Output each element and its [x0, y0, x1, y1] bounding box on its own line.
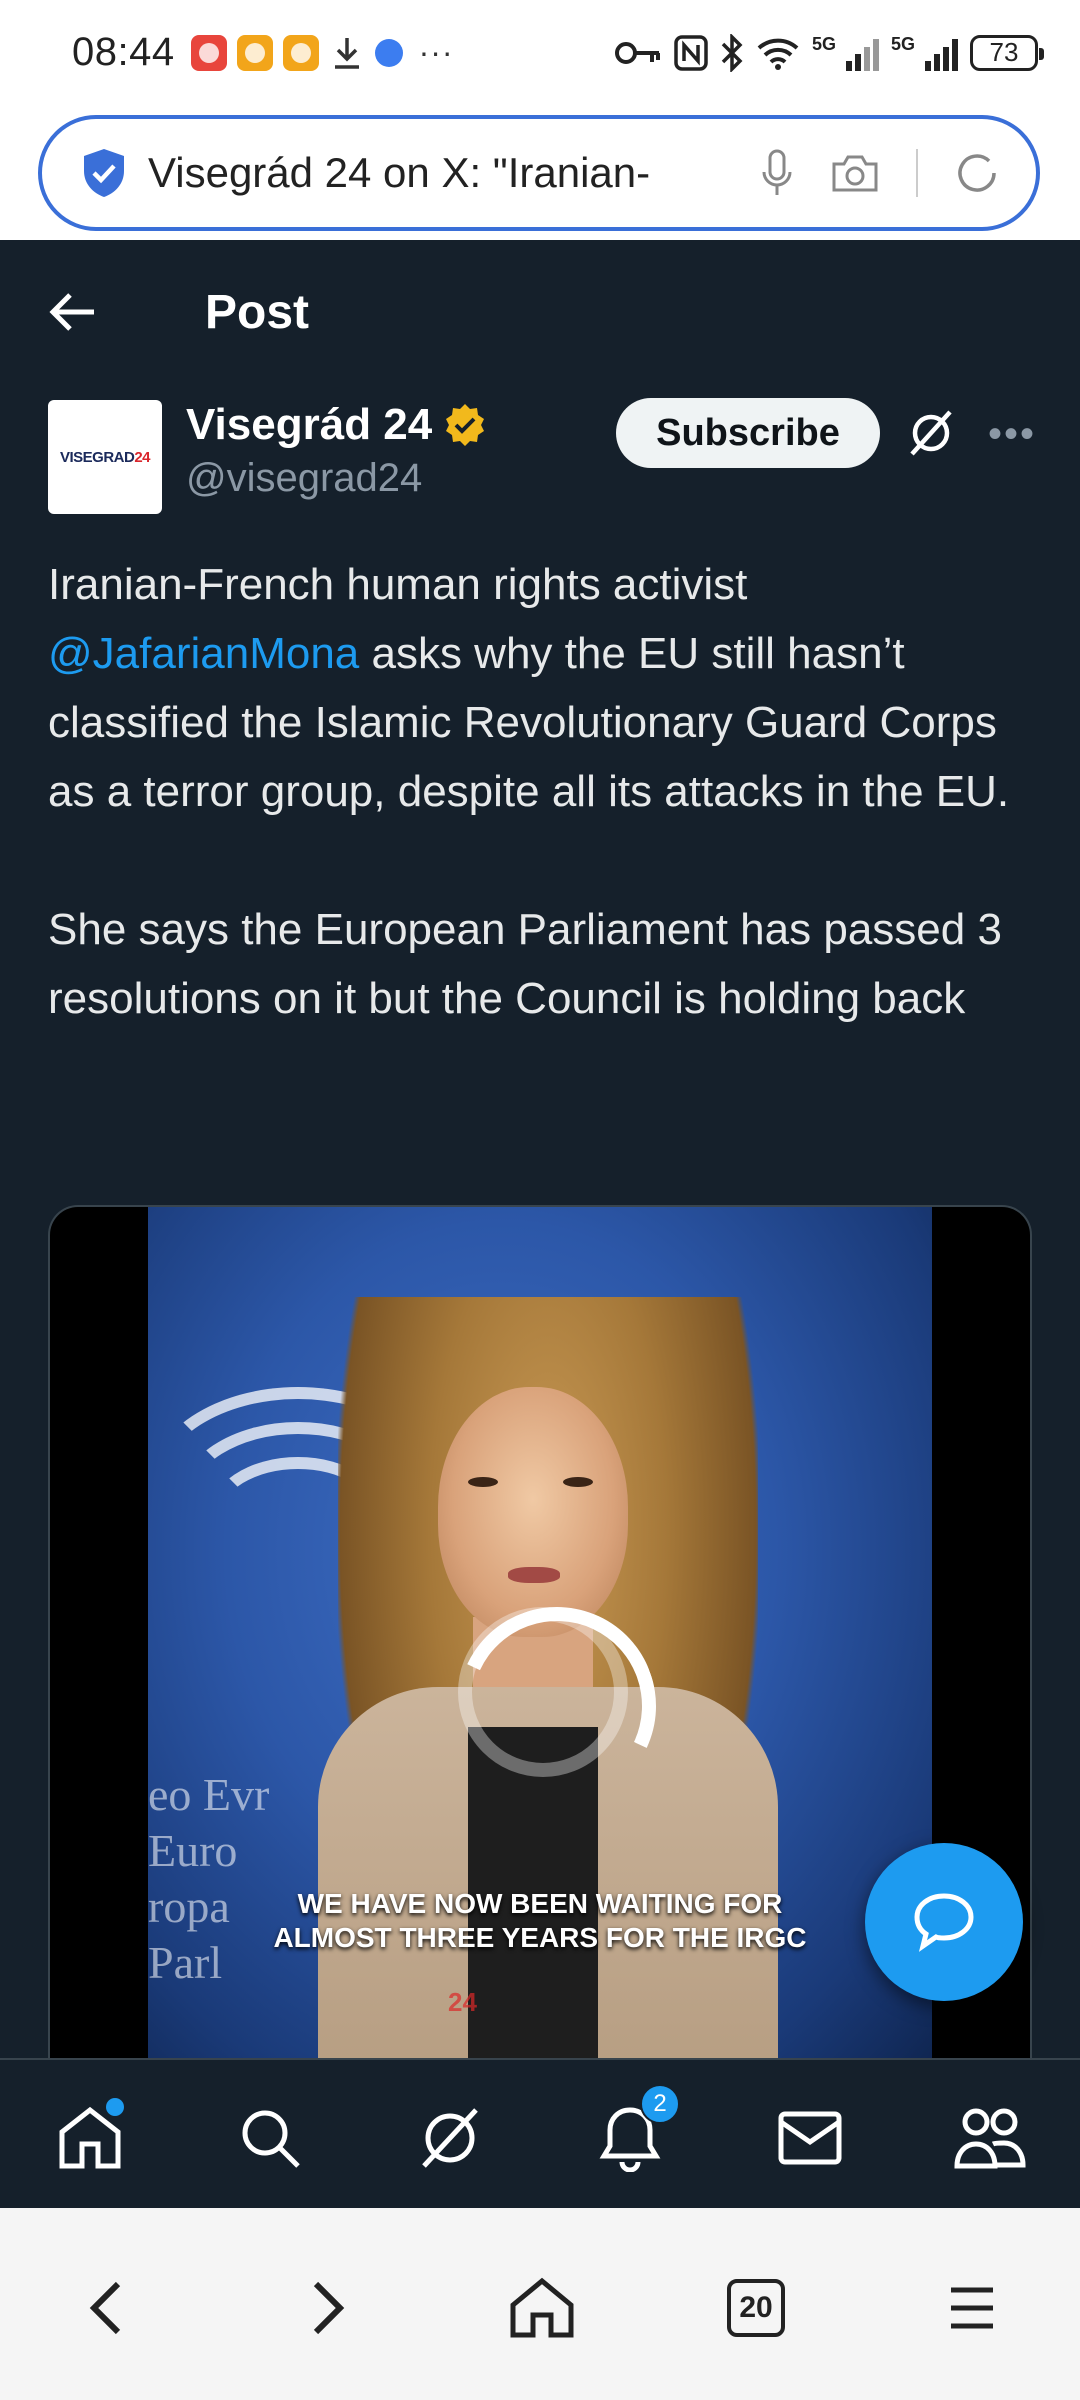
network-type: 5G — [811, 33, 836, 54]
person-eyes — [468, 1477, 598, 1489]
tab-home[interactable] — [50, 2098, 130, 2178]
bottom-tab-bar: 2 — [0, 2058, 1080, 2208]
browser-nav-bar: 20 — [0, 2208, 1080, 2400]
person-face — [438, 1387, 628, 1637]
author-handle[interactable]: @visegrad24 — [186, 456, 422, 501]
browser-home-button[interactable] — [502, 2268, 582, 2348]
video-frame[interactable]: eo Evr Euro ropa Parl WE HAVE NOW BEEN W… — [148, 1207, 932, 2065]
tab-messages[interactable] — [770, 2098, 850, 2178]
caption-line-2: ALMOST THREE YEARS FOR THE IRGC — [273, 1922, 807, 1953]
battery-indicator: 73 — [970, 34, 1044, 71]
author-row: VISEGRAD 24 Visegrád 24 @visegrad24 Subsc… — [48, 398, 1038, 514]
notification-icons: ··· — [190, 34, 454, 71]
mention-link[interactable]: @JafarianMona — [48, 629, 359, 678]
chevron-left-icon — [89, 2281, 121, 2335]
author-name[interactable]: Visegrád 24 — [186, 400, 432, 450]
loading-spinner-icon — [458, 1607, 628, 1777]
compose-button[interactable] — [865, 1843, 1023, 2001]
signal-icon — [845, 35, 879, 71]
avatar-text: VISEGRAD — [59, 448, 135, 466]
refresh-icon[interactable] — [954, 150, 1000, 196]
grok-icon — [422, 2108, 478, 2168]
page-title: Post — [205, 286, 310, 339]
tab-notifications[interactable]: 2 — [590, 2084, 680, 2178]
background-text: eo Evr Euro ropa Parl — [148, 1769, 270, 1988]
tweet-text-line1: Iranian-French human rights activist — [48, 560, 748, 609]
grok-icon[interactable] — [906, 408, 956, 458]
more-notifications-icon: ··· — [418, 34, 454, 70]
person-mouth — [508, 1567, 560, 1583]
browser-back-button[interactable] — [66, 2268, 146, 2348]
tabs-icon: 20 — [727, 2279, 785, 2337]
caption-line-1: WE HAVE NOW BEEN WAITING FOR — [297, 1888, 783, 1919]
browser-menu-button[interactable] — [932, 2268, 1012, 2348]
tab-search[interactable] — [230, 2098, 310, 2178]
messages-icon — [778, 2111, 842, 2165]
communities-icon — [954, 2108, 1026, 2169]
weibo-app-icon — [190, 34, 227, 71]
wifi-icon — [757, 38, 799, 70]
chevron-right-icon — [313, 2281, 345, 2335]
download-icon — [329, 35, 365, 71]
video-caption: WE HAVE NOW BEEN WAITING FOR ALMOST THRE… — [148, 1887, 932, 1955]
browser-toolbar: Visegrád 24 on X: "Iranian- — [0, 105, 1080, 240]
mic-icon[interactable] — [760, 148, 794, 198]
back-arrow-icon[interactable] — [48, 290, 98, 334]
subscribe-button[interactable]: Subscribe — [616, 398, 880, 468]
status-time: 08:44 — [72, 30, 175, 74]
bluetooth-icon — [721, 33, 743, 72]
app-dot-icon — [374, 38, 403, 67]
verified-badge-icon — [446, 404, 485, 446]
home-notification-dot — [106, 2098, 124, 2116]
key-icon — [614, 41, 660, 64]
tab-communities[interactable] — [950, 2098, 1030, 2178]
avatar-text-accent: 24 — [134, 448, 151, 466]
author-name-row[interactable]: Visegrád 24 — [186, 400, 488, 450]
compose-icon — [914, 1893, 974, 1952]
network-type: 5G — [890, 33, 915, 54]
watermark: 24 — [448, 1987, 477, 2017]
url-text[interactable]: Visegrád 24 on X: "Iranian- — [148, 149, 728, 197]
weibo-app-icon — [236, 34, 273, 71]
browser-home-icon — [510, 2277, 574, 2338]
nfc-icon — [674, 34, 708, 71]
status-bar: 08:44 ··· 5G 5G 73 — [0, 0, 1080, 105]
browser-tabs-button[interactable]: 20 — [716, 2268, 796, 2348]
notifications-badge: 2 — [640, 2084, 680, 2124]
divider — [916, 149, 918, 197]
tweet-text: Iranian-French human rights activist @Jaf… — [48, 550, 1038, 1033]
more-icon[interactable]: ••• — [988, 412, 1036, 457]
post-header: Post — [0, 240, 1080, 390]
menu-icon — [951, 2287, 993, 2329]
avatar[interactable]: VISEGRAD 24 — [48, 400, 162, 514]
camera-icon[interactable] — [830, 152, 880, 194]
tab-grok[interactable] — [410, 2098, 490, 2178]
address-bar[interactable]: Visegrád 24 on X: "Iranian- — [38, 115, 1040, 231]
weibo-app-icon — [282, 34, 319, 71]
signal-icon — [925, 35, 958, 71]
browser-forward-button[interactable] — [288, 2268, 368, 2348]
verified-shield-icon — [84, 149, 124, 197]
tweet-text-paragraph2: She says the European Parliament has pas… — [48, 905, 1002, 1023]
search-icon — [242, 2110, 300, 2168]
